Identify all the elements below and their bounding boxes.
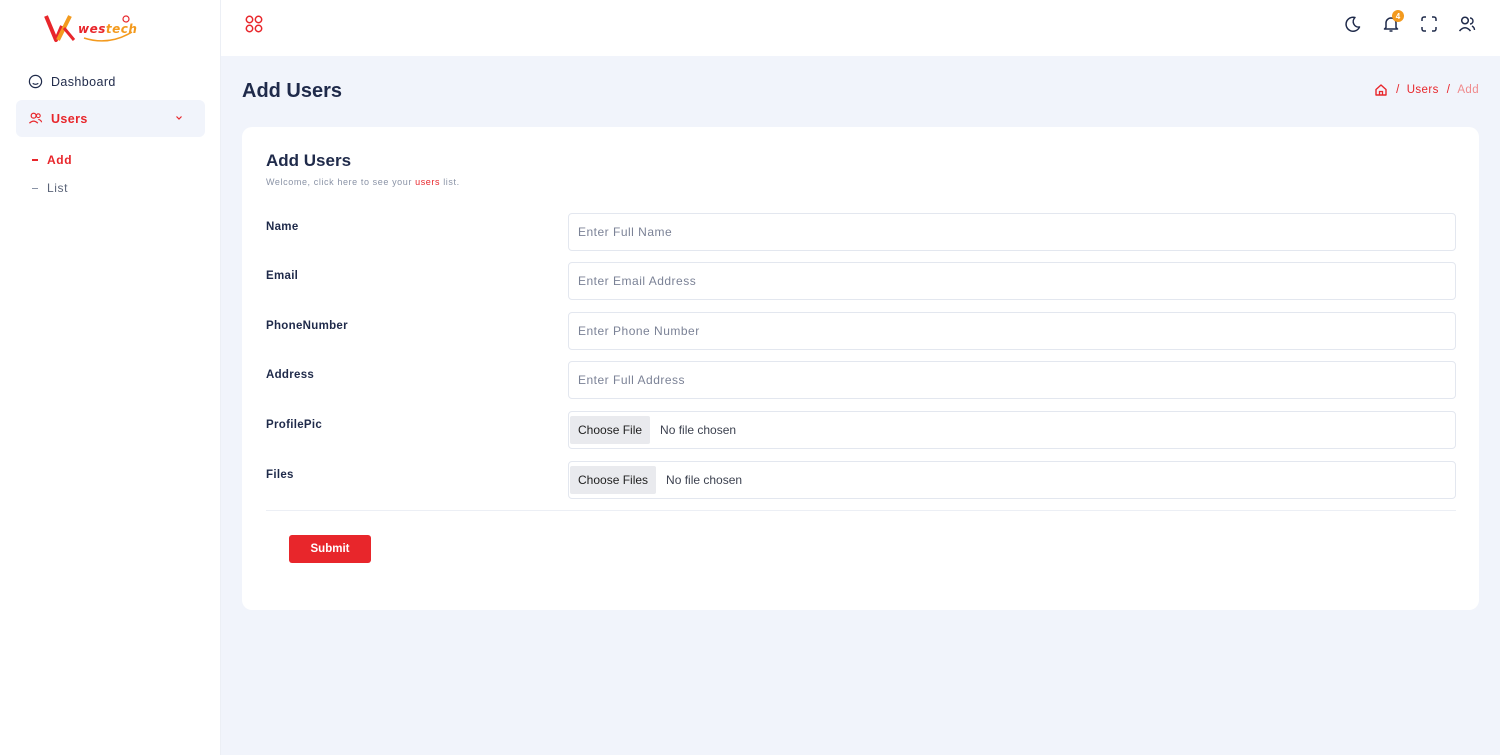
choose-files-button[interactable]: Choose Files — [570, 466, 657, 494]
file-status-text: No file chosen — [660, 423, 737, 437]
card-subtitle: Welcome, click here to see your users li… — [266, 177, 460, 187]
phone-row: PhoneNumber — [266, 312, 1456, 350]
brand-logo[interactable]: westech — [44, 12, 139, 46]
apps-icon[interactable] — [245, 15, 263, 33]
breadcrumb-separator: / — [1446, 84, 1451, 96]
chevron-down-icon — [176, 116, 182, 120]
dash-marker — [32, 159, 38, 161]
sidebar-item-dashboard[interactable]: Dashboard — [16, 63, 205, 100]
logo-swoosh-icon — [83, 15, 133, 42]
page-title: Add Users — [242, 80, 343, 102]
files-file-input[interactable]: Choose Files No file chosen — [568, 461, 1456, 499]
files-row: Files Choose Files No file chosen — [266, 461, 1456, 499]
profile-pic-row: ProfilePic Choose File No file chosen — [266, 411, 1456, 449]
file-status-text: No file chosen — [666, 473, 743, 487]
user-icon[interactable] — [1457, 14, 1477, 34]
sidebar-item-label: Users — [51, 111, 88, 126]
email-input[interactable] — [568, 262, 1456, 300]
breadcrumb-users[interactable]: Users — [1407, 84, 1439, 96]
files-label: Files — [266, 469, 294, 481]
phone-input[interactable] — [568, 312, 1456, 350]
phone-label: PhoneNumber — [266, 320, 348, 332]
sidebar-subitem-label: Add — [47, 153, 73, 167]
home-icon — [1375, 84, 1387, 96]
address-label: Address — [266, 369, 315, 381]
name-input[interactable] — [568, 213, 1456, 251]
sidebar-item-label: Dashboard — [51, 74, 116, 89]
fullscreen-icon[interactable] — [1419, 14, 1439, 34]
profile-pic-file-input[interactable]: Choose File No file chosen — [568, 411, 1456, 449]
breadcrumb-separator: / — [1396, 84, 1400, 96]
dash-marker — [32, 187, 38, 189]
moon-icon[interactable] — [1343, 14, 1363, 34]
add-user-card: Add Users Welcome, click here to see you… — [242, 127, 1479, 610]
breadcrumb-add: Add — [1457, 84, 1479, 96]
choose-file-button[interactable]: Choose File — [570, 416, 651, 444]
divider — [266, 510, 1456, 511]
subtitle-text: Welcome, click here to see your — [266, 177, 416, 187]
profile-pic-label: ProfilePic — [266, 419, 323, 431]
address-input[interactable] — [568, 361, 1456, 399]
users-list-link[interactable]: users — [415, 177, 440, 187]
submit-button[interactable]: Submit — [289, 535, 371, 563]
home-icon — [28, 74, 43, 89]
name-row: Name — [266, 213, 1456, 251]
sidebar-subitem-label: List — [47, 181, 69, 195]
card-title: Add Users — [266, 151, 352, 170]
name-label: Name — [266, 221, 299, 233]
sidebar-item-users[interactable]: Users — [16, 100, 205, 137]
users-icon — [28, 112, 43, 124]
email-label: Email — [266, 270, 299, 282]
notification-badge: 4 — [1392, 10, 1404, 22]
breadcrumb: / Users / Add — [1374, 83, 1479, 97]
sidebar-subitem-add[interactable]: Add — [32, 153, 72, 167]
sidebar: westech Dashboard Users Add List — [0, 0, 221, 755]
email-row: Email — [266, 262, 1456, 300]
address-row: Address — [266, 361, 1456, 399]
subtitle-text: list. — [440, 177, 460, 187]
top-bar: 4 — [221, 0, 1500, 56]
sidebar-subitem-list[interactable]: List — [32, 181, 68, 195]
breadcrumb-home[interactable] — [1374, 83, 1388, 97]
